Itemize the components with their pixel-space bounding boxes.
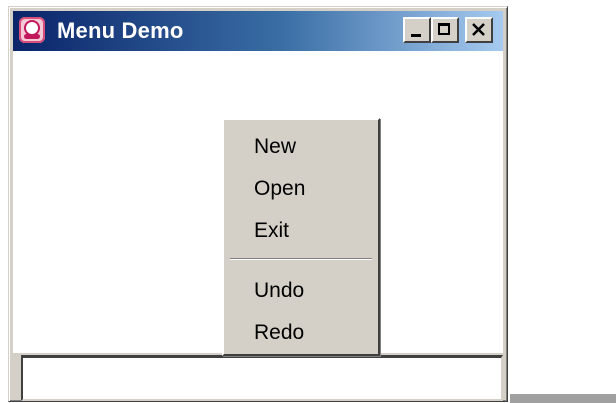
menu-item-open[interactable]: Open (226, 170, 376, 208)
window-title: Menu Demo (57, 18, 184, 43)
menu-separator (230, 258, 372, 260)
close-button[interactable] (465, 17, 493, 43)
close-icon (472, 23, 485, 36)
menu-item-exit[interactable]: Exit (226, 212, 376, 250)
maximize-button[interactable] (431, 17, 459, 43)
maximize-icon (438, 23, 450, 35)
menu-item-redo[interactable]: Redo (226, 314, 376, 352)
menu-item-undo[interactable]: Undo (226, 272, 376, 310)
background-bar (510, 394, 616, 403)
popup-menu: New Open Exit Undo Redo (222, 118, 380, 356)
title-bar[interactable]: Menu Demo (13, 11, 503, 51)
menu-item-new[interactable]: New (226, 128, 376, 166)
java-app-icon[interactable] (19, 17, 45, 43)
minimize-icon (411, 34, 421, 37)
minimize-button[interactable] (403, 17, 431, 43)
text-field[interactable] (21, 355, 503, 401)
screen: Menu Demo New Open Exit Undo Redo (0, 0, 616, 403)
